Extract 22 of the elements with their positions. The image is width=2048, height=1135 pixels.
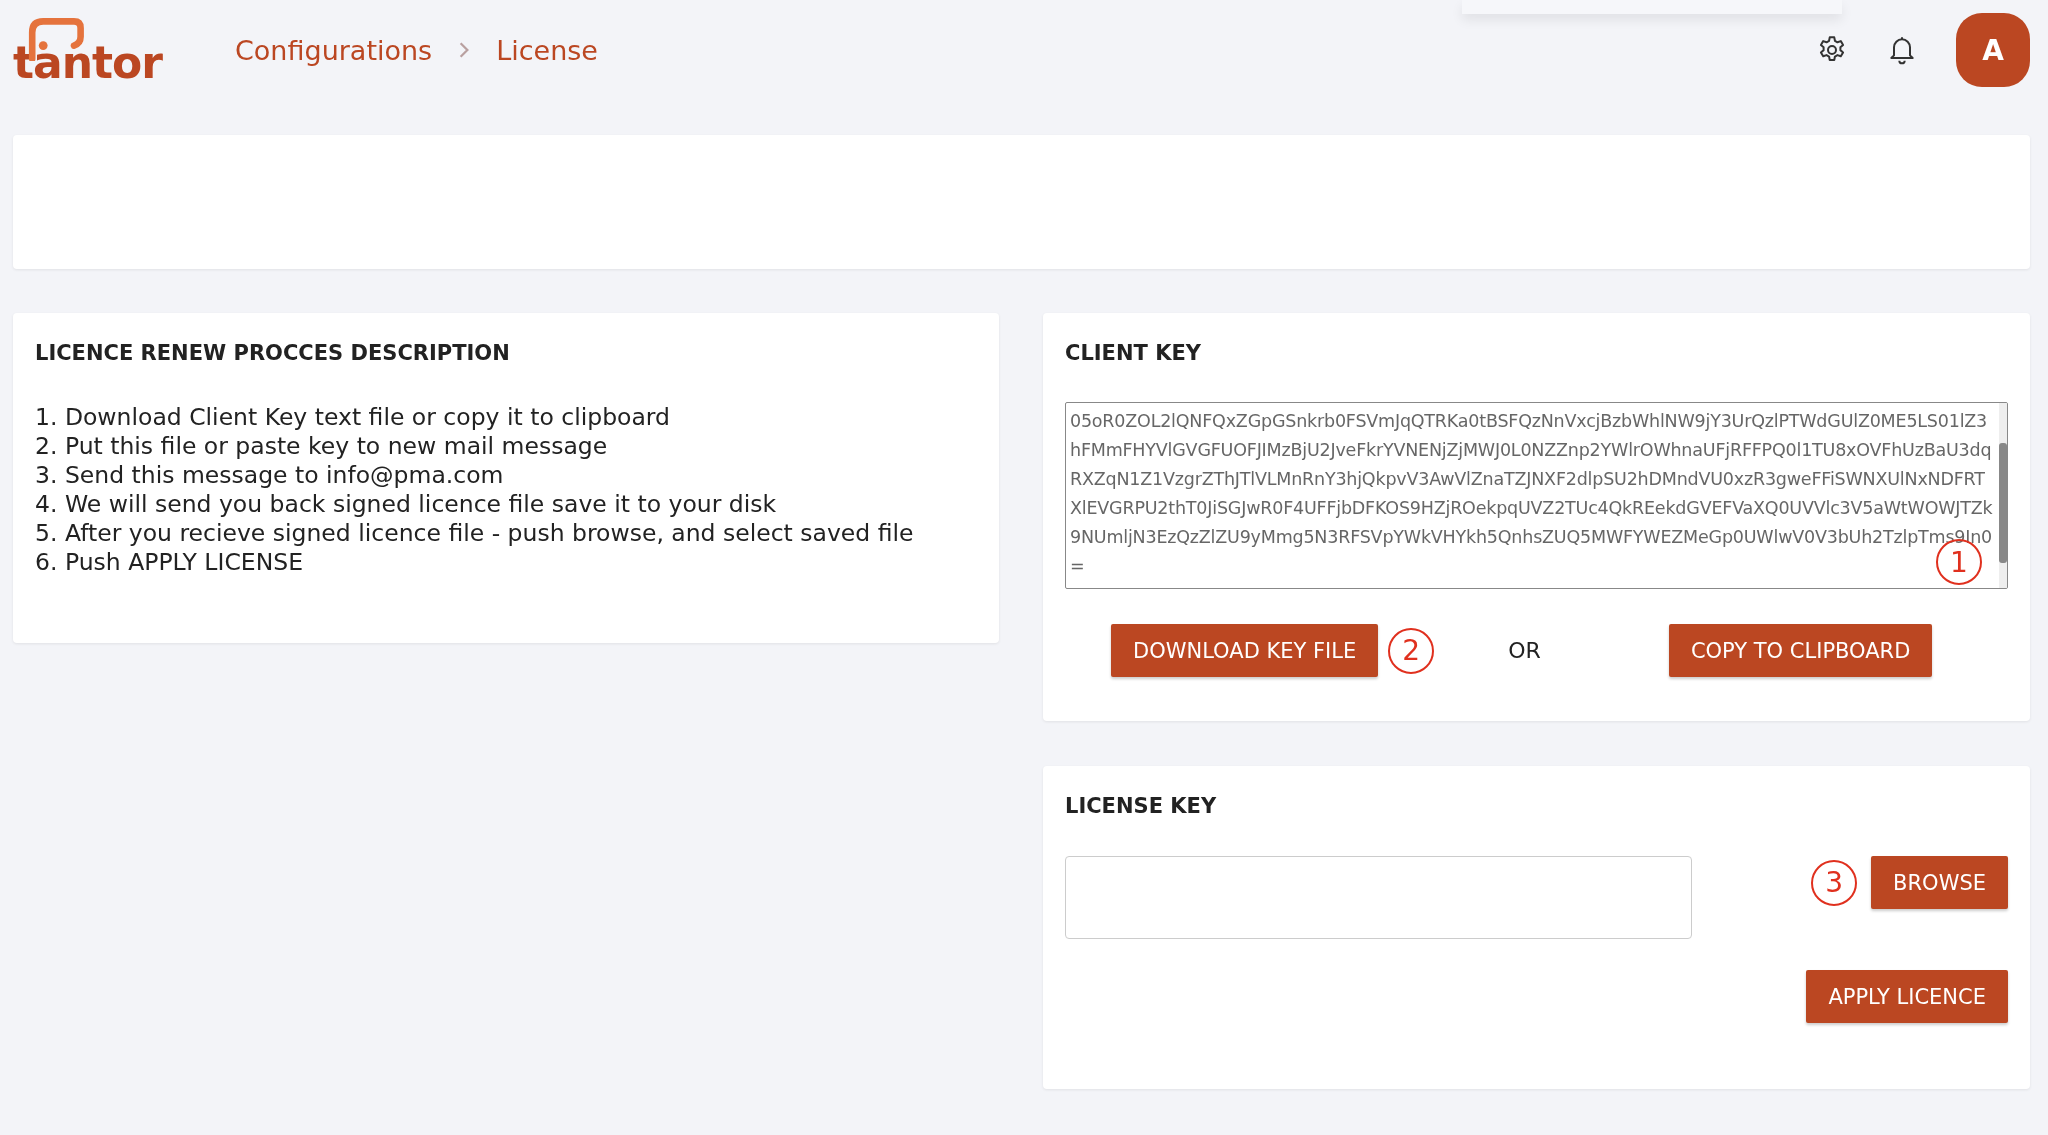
chevron-right-icon <box>458 41 471 59</box>
breadcrumb-link[interactable]: License <box>496 34 598 66</box>
card-title: CLIENT KEY <box>1065 341 1202 365</box>
download-key-button[interactable]: DOWNLOAD KEY FILE <box>1111 624 1379 677</box>
step-text: 3. Send this message to info@pma.com <box>35 461 505 490</box>
or-label: OR <box>1508 638 1541 663</box>
breadcrumb-link[interactable]: Configurations <box>235 34 433 66</box>
step-marker: 2 <box>1388 627 1435 674</box>
step-text: 5. After you recieve signed licence file - push browse, and select saved file <box>35 519 915 548</box>
browse-button[interactable]: BROWSE <box>1871 856 2008 909</box>
apply-licence-button[interactable]: APPLY LICENCE <box>1806 970 2008 1023</box>
step-text: 2. Put this file or paste key to new mail message <box>35 432 609 461</box>
step-marker: 3 <box>1811 859 1858 906</box>
step-text: 4. We will send you back signed licence file save it to your disk <box>35 490 778 519</box>
card-title: LICENSE KEY <box>1065 794 1218 818</box>
step-text: 1. Download Client Key text file or copy it to clipboard <box>35 403 671 432</box>
card-title: LICENCE RENEW PROCCES DESCRIPTION <box>35 341 511 365</box>
step-text: 6. Push APPLY LICENSE <box>35 548 304 577</box>
user-avatar[interactable]: A <box>1956 13 2030 87</box>
copy-to-clipboard-button[interactable]: COPY TO CLIPBOARD <box>1668 624 1933 677</box>
logo[interactable]: tantor <box>13 15 173 85</box>
license-key-field[interactable] <box>1065 856 1692 939</box>
